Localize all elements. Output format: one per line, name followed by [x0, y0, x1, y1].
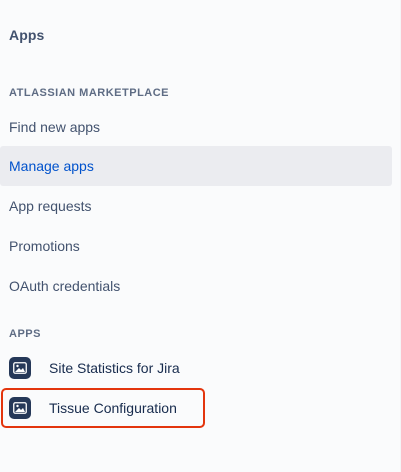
section-heading-marketplace: ATLASSIAN MARKETPLACE [9, 87, 170, 99]
apps-sidebar: Apps ATLASSIAN MARKETPLACE Find new apps… [0, 0, 401, 472]
sidebar-item-label: App requests [9, 198, 92, 214]
sidebar-item-label: Site Statistics for Jira [49, 360, 180, 376]
sidebar-item-label: Manage apps [9, 158, 94, 174]
app-image-icon [9, 357, 31, 379]
sidebar-item-tissue-configuration[interactable]: Tissue Configuration [0, 388, 392, 428]
sidebar-item-manage-apps[interactable]: Manage apps [0, 146, 392, 186]
sidebar-item-promotions[interactable]: Promotions [0, 226, 392, 266]
sidebar-item-label: Promotions [9, 238, 80, 254]
sidebar-item-app-requests[interactable]: App requests [0, 186, 392, 226]
sidebar-item-site-statistics[interactable]: Site Statistics for Jira [0, 348, 392, 388]
sidebar-item-label: OAuth credentials [9, 278, 121, 294]
sidebar-item-label: Find new apps [9, 119, 101, 135]
app-image-icon [9, 397, 31, 419]
sidebar-title: Apps [9, 27, 45, 43]
sidebar-item-label: Tissue Configuration [49, 400, 177, 416]
section-heading-apps: APPS [9, 328, 41, 340]
sidebar-item-find-new-apps[interactable]: Find new apps [0, 107, 392, 147]
sidebar-item-oauth-credentials[interactable]: OAuth credentials [0, 266, 392, 306]
